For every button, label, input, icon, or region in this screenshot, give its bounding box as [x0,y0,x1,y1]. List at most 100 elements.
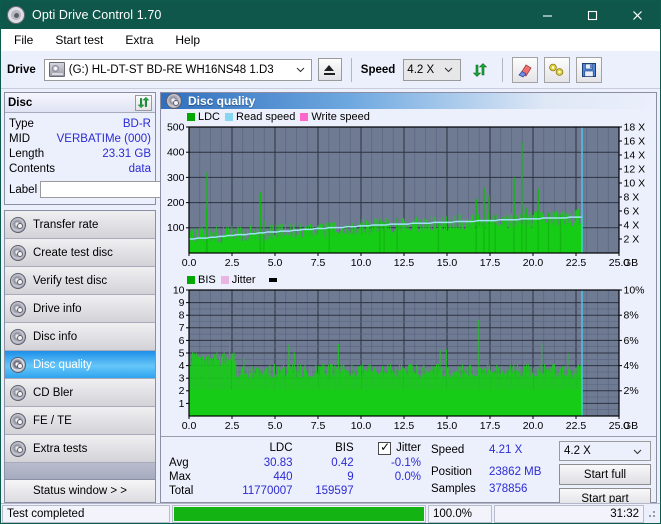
bis-chart-legend: BIS Jitter [161,273,656,286]
sidebar-item-label: Verify test disc [33,274,108,287]
stats-col-blank [167,441,221,456]
svg-text:9: 9 [179,297,185,309]
drive-select[interactable]: (G:) HL-DT-ST BD-RE WH16NS48 1.D3 [43,58,312,81]
stats-row-label: Max [169,471,191,483]
disc-row-type: Type BD-R [9,116,151,131]
status-window-button[interactable]: Status window > > [5,479,155,502]
sidebar-item-drive-info[interactable]: Drive info [5,295,155,323]
legend-jitter: Jitter [220,274,256,286]
disc-row-contents-key: Contents [9,162,56,175]
sidebar-item-label: CD Bler [33,386,74,399]
disc-icon [10,244,26,261]
svg-text:3: 3 [179,373,185,385]
page-title: Disc quality [188,94,256,108]
stats-total-jitter [360,484,427,498]
toolbar-divider-2 [502,57,504,82]
legend-label: Read speed [236,110,296,123]
sidebar-item-transfer-rate[interactable]: Transfer rate [5,211,155,239]
test-speed-value: 4.2 X [564,445,591,457]
disc-info-rows: Type BD-R MID VERBATIMe (000) Length 23.… [5,113,243,204]
disc-panel-header: Disc [5,93,155,113]
svg-text:5.0: 5.0 [268,420,283,432]
progress-bar-fill [174,506,424,521]
sidebar-item-verify-test-disc[interactable]: Verify test disc [5,267,155,295]
disc-refresh-button[interactable] [135,94,152,111]
svg-text:10: 10 [173,286,185,296]
drag-handle[interactable] [268,277,277,282]
toolbar: Drive (G:) HL-DT-ST BD-RE WH16NS48 1.D3 … [1,51,660,89]
sidebar-item-label: FE / TE [33,414,72,427]
jitter-checkbox[interactable] [378,440,392,455]
maximize-button[interactable] [570,1,615,29]
legend-swatch [225,112,234,121]
drive-icon [48,62,65,77]
disc-row-length: Length 23.31 GB [9,146,151,161]
svg-text:2 X: 2 X [624,233,640,245]
drive-select-value: (G:) HL-DT-ST BD-RE WH16NS48 1.D3 [68,63,274,76]
eject-icon [324,64,335,71]
app-disc-icon [7,6,25,24]
run-position-label: Position [431,465,472,478]
bis-chart: 1 2 3 4 5 6 7 8 9 10 2% 4% 6% 8% 10% 0.0 2.5 5.0 7.5 10.0 12… [161,286,656,434]
ldc-chart-svg: 100 200 300 400 500 2 X 4 X 6 X 8 X 10 X 12 X 14 X 1… [167,123,645,269]
sidebar-item-disc-info[interactable]: Disc info [5,323,155,351]
disc-panel-title: Disc [8,96,33,109]
menu-extra[interactable]: Extra [122,32,156,48]
resize-grip[interactable] [645,507,658,520]
eraser-button[interactable] [512,56,539,83]
run-position-row: Position 23862 MB [431,463,559,480]
minimize-button[interactable] [525,1,570,29]
run-info-labels: Speed 4.21 X Position 23862 MB Samples 3… [431,441,559,509]
stats-table: LDC BIS Jitter Avg 30.83 [167,440,427,498]
sidebar-item-extra-tests[interactable]: Extra tests [5,435,155,463]
menu-file[interactable]: File [11,32,36,48]
sidebar-item-label: Disc info [33,330,78,343]
disc-icon [166,93,182,109]
speed-select[interactable]: 4.2 X [403,58,462,81]
refresh-button[interactable] [467,56,494,83]
disc-row-type-key: Type [9,117,34,130]
disc-label-key: Label [9,183,38,196]
svg-text:8%: 8% [624,310,639,322]
svg-text:8 X: 8 X [624,191,640,203]
svg-text:17.5: 17.5 [480,257,501,269]
svg-text:10.0: 10.0 [351,420,372,432]
svg-text:6 X: 6 X [624,205,640,217]
stats-max-jitter: 0.0% [394,471,421,483]
stats-total-bis: 159597 [315,485,354,497]
stats-avg-jitter: -0.1% [390,457,421,469]
menu-start-test[interactable]: Start test [52,32,106,48]
eject-button[interactable] [317,58,342,81]
svg-text:100: 100 [167,222,185,234]
sidebar-item-label: Extra tests [33,442,88,455]
stats-row-label: Total [169,485,194,497]
run-samples-label: Samples [431,482,476,495]
speed-select-value: 4.2 X [407,63,435,76]
save-button[interactable] [576,56,603,83]
disc-icon [10,412,26,429]
legend-ldc: LDC [187,111,220,123]
stats-col-jitter: Jitter [360,440,427,456]
start-full-button[interactable]: Start full [559,464,651,485]
svg-text:20.0: 20.0 [523,257,544,269]
legend-write-speed: Write speed [300,111,370,123]
sidebar-item-fe-te[interactable]: FE / TE [5,407,155,435]
sidebar-item-disc-quality[interactable]: Disc quality [5,351,155,379]
tools-button[interactable] [544,56,571,83]
svg-text:1: 1 [179,398,185,410]
disc-row-length-value: 23.31 GB [102,147,151,160]
legend-swatch [300,112,309,121]
table-row: Total 11770007 159597 [167,484,427,498]
svg-text:300: 300 [167,172,185,184]
main-header: Disc quality [161,93,656,109]
nav-list: Transfer rate Create test disc Verify te… [4,210,156,503]
stats-col-ldc: LDC [269,442,293,454]
table-header-row: LDC BIS Jitter [167,440,427,456]
test-speed-select[interactable]: 4.2 X [559,441,651,461]
menu-help[interactable]: Help [172,32,203,48]
chevron-down-icon [633,447,642,456]
close-button[interactable] [615,1,660,29]
sidebar-item-cd-bler[interactable]: CD Bler [5,379,155,407]
sidebar-item-create-test-disc[interactable]: Create test disc [5,239,155,267]
svg-text:4 X: 4 X [624,219,640,231]
